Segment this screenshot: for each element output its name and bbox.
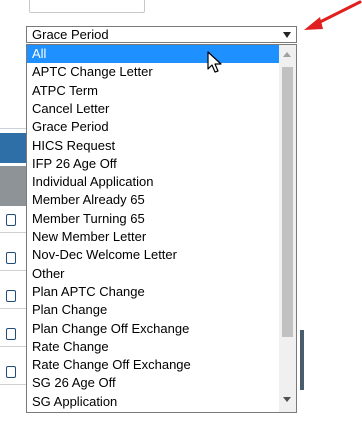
- background-page-edge: [300, 330, 304, 390]
- select-option[interactable]: All: [27, 45, 279, 64]
- select-option[interactable]: Other: [27, 265, 279, 283]
- select-option[interactable]: Nov-Dec Welcome Letter: [27, 246, 279, 264]
- scroll-up-icon[interactable]: [283, 52, 291, 57]
- select-option[interactable]: HICS Request: [27, 137, 279, 155]
- select-option[interactable]: Plan Change: [27, 301, 279, 319]
- select-option[interactable]: IFP 26 Age Off: [27, 155, 279, 173]
- select-option[interactable]: New Member Letter: [27, 228, 279, 246]
- document-icon: [6, 214, 16, 226]
- select-option[interactable]: Individual Application: [27, 173, 279, 191]
- document-icon: [6, 290, 16, 302]
- screenshot-stage: Grace Period All APTC Change Letter ATPC T…: [0, 0, 362, 421]
- select-options-list[interactable]: All APTC Change Letter ATPC Term Cancel Let…: [26, 44, 297, 413]
- select-option[interactable]: Plan APTC Change: [27, 283, 279, 301]
- select-option[interactable]: ATPC Term: [27, 82, 279, 100]
- background-row: [0, 284, 26, 309]
- list-scrollbar[interactable]: [279, 45, 296, 412]
- document-icon: [6, 366, 16, 378]
- select-option[interactable]: Grace Period: [27, 118, 279, 136]
- divider: [0, 128, 26, 129]
- select-current-value: Grace Period: [32, 27, 109, 42]
- select-option[interactable]: SG Application: [27, 393, 279, 411]
- background-row: [0, 322, 26, 347]
- background-row: [0, 208, 26, 233]
- background-header-gray: [0, 166, 26, 206]
- scrollbar-thumb[interactable]: [282, 67, 293, 337]
- select-option[interactable]: Rate Change: [27, 338, 279, 356]
- background-row: [0, 246, 26, 271]
- background-input-field: [29, 0, 145, 13]
- select-option[interactable]: Member Turning 65: [27, 210, 279, 228]
- select-option[interactable]: Member Already 65: [27, 191, 279, 209]
- select-option[interactable]: Plan Change Off Exchange: [27, 320, 279, 338]
- scroll-down-icon[interactable]: [283, 397, 291, 402]
- select-option[interactable]: Rate Change Off Exchange: [27, 356, 279, 374]
- select-option[interactable]: APTC Change Letter: [27, 63, 279, 81]
- select-option[interactable]: SG 26 Age Off: [27, 374, 279, 392]
- red-arrow-annotation-icon: [304, 0, 362, 30]
- chevron-down-icon[interactable]: [283, 32, 291, 38]
- document-icon: [6, 252, 16, 264]
- pointer-cursor-icon: [207, 51, 222, 73]
- background-page-strip: [0, 128, 26, 421]
- background-header-bar: [0, 133, 26, 163]
- select-option[interactable]: Cancel Letter: [27, 100, 279, 118]
- letter-type-select[interactable]: Grace Period: [26, 26, 297, 43]
- document-icon: [6, 328, 16, 340]
- background-row: [0, 360, 26, 385]
